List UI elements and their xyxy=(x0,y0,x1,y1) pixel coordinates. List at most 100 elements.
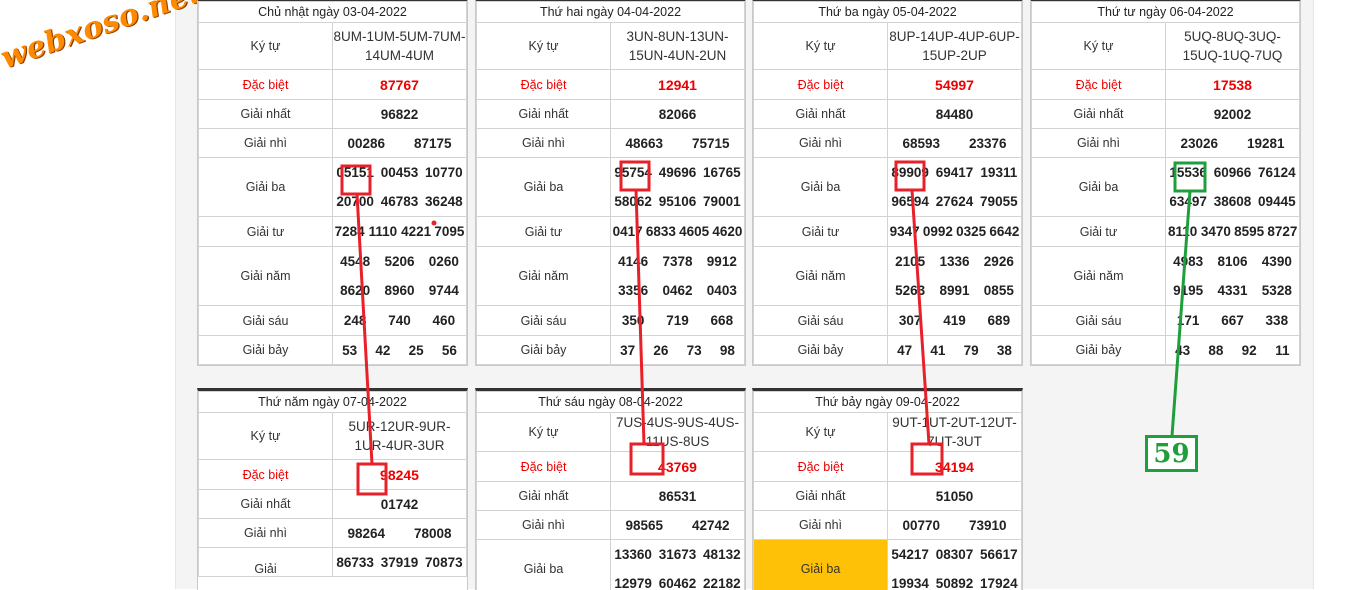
label-giai-nhi: Giải nhì xyxy=(199,129,333,158)
number-value: 19281 xyxy=(1247,136,1285,151)
dac-biet-cell: 43769 xyxy=(611,452,745,482)
number-value: 31673 xyxy=(659,547,697,562)
number-value: 43769 xyxy=(658,459,697,475)
lottery-result-table: Thứ hai ngày 04-04-2022 Ký tự 3UN-8UN-13… xyxy=(475,0,746,366)
giai-tu-cell: 8110347085958727 xyxy=(1166,217,1300,247)
table-date-header: Thứ hai ngày 04-04-2022 xyxy=(477,2,745,23)
number-value: 79 xyxy=(964,343,979,358)
number-value: 7378 xyxy=(662,254,692,269)
prize-number: 31673 xyxy=(655,540,699,569)
number-value: 38 xyxy=(997,343,1012,358)
label-giai-ba: Giải xyxy=(199,548,333,577)
label-giai-nhat: Giải nhất xyxy=(477,482,611,511)
number-value: 63497 xyxy=(1169,194,1207,209)
number-value: 0992 xyxy=(923,224,953,239)
number-value: 79001 xyxy=(703,194,741,209)
label-dac-biet: Đặc biệt xyxy=(754,70,888,100)
number-value: 46783 xyxy=(381,194,419,209)
number-value: 98565 xyxy=(625,518,663,533)
giai-nhi-cell: 23026 19281 xyxy=(1166,129,1300,158)
prize-number: 9195 xyxy=(1166,276,1210,305)
ky-tu-value: 9UT-1UT-2UT-12UT-7UT-3UT xyxy=(888,413,1022,452)
prize-number: 7284 xyxy=(333,224,366,239)
giai-nhat-cell: 01742 xyxy=(333,490,467,519)
prize-number: 25 xyxy=(400,343,433,358)
number-value: 460 xyxy=(433,313,456,328)
number-value: 00453 xyxy=(381,165,419,180)
prize-number: 88 xyxy=(1199,343,1232,358)
number-value: 0325 xyxy=(956,224,986,239)
number-value: 0855 xyxy=(984,283,1014,298)
giai-ba-cell: 133603167348132129796046222182 xyxy=(611,540,745,590)
prize-number: 0260 xyxy=(422,247,466,276)
giai-sau-cell: 171667338 xyxy=(1166,306,1300,336)
number-value: 56 xyxy=(442,343,457,358)
prize-number: 4983 xyxy=(1166,247,1210,276)
prize-number: 20700 xyxy=(333,187,377,216)
prize-number: 0325 xyxy=(955,224,988,239)
number-value: 73 xyxy=(687,343,702,358)
prize-number: 42 xyxy=(366,343,399,358)
prize-number: 42742 xyxy=(678,518,745,533)
giai-nhat-cell: 82066 xyxy=(611,100,745,129)
number-value: 8106 xyxy=(1217,254,1247,269)
number-value: 6833 xyxy=(646,224,676,239)
number-value: 26 xyxy=(653,343,668,358)
giai-sau-cell: 350719668 xyxy=(611,306,745,336)
prize-number: 4221 xyxy=(400,224,433,239)
prize-number: 22182 xyxy=(700,569,744,590)
prize-number: 6642 xyxy=(988,224,1021,239)
label-giai-nam: Giải năm xyxy=(1032,247,1166,306)
prize-number: 2105 xyxy=(888,247,932,276)
prize-number: 79055 xyxy=(977,187,1021,216)
giai-nhi-cell: 98565 42742 xyxy=(611,511,745,540)
number-value: 19311 xyxy=(980,165,1017,180)
prize-number: 0462 xyxy=(655,276,699,305)
lottery-result-table: Thứ sáu ngày 08-04-2022 Ký tự 7US-4US-9U… xyxy=(475,388,746,590)
prize-number: 73 xyxy=(678,343,711,358)
number-value: 01742 xyxy=(381,497,419,512)
number-value: 8110 xyxy=(1168,224,1197,239)
prize-number: 78008 xyxy=(400,526,467,541)
giai-bay-cell: 47417938 xyxy=(888,336,1022,365)
label-ky-tu: Ký tự xyxy=(754,23,888,70)
number-value: 19934 xyxy=(891,576,929,590)
number-value: 12979 xyxy=(614,576,652,590)
prize-number: 53 xyxy=(333,343,366,358)
number-value: 87767 xyxy=(380,77,419,93)
number-value: 69417 xyxy=(936,165,974,180)
number-value: 42 xyxy=(375,343,390,358)
prize-number: 13360 xyxy=(611,540,655,569)
prize-number: 719 xyxy=(655,313,699,328)
number-value: 667 xyxy=(1221,313,1244,328)
number-value: 60462 xyxy=(659,576,697,590)
prize-number: 38608 xyxy=(1210,187,1254,216)
prize-number: 60462 xyxy=(655,569,699,590)
number-value: 76124 xyxy=(1258,165,1296,180)
number-value: 60966 xyxy=(1214,165,1252,180)
label-giai-nhi: Giải nhì xyxy=(199,519,333,548)
prize-number: 46783 xyxy=(377,187,421,216)
label-dac-biet: Đặc biệt xyxy=(754,452,888,482)
prize-number: 8620 xyxy=(333,276,377,305)
number-value: 7095 xyxy=(434,224,464,239)
number-value: 4390 xyxy=(1262,254,1292,269)
number-value: 23026 xyxy=(1180,136,1218,151)
label-giai-tu: Giải tư xyxy=(1032,217,1166,247)
number-value: 8620 xyxy=(340,283,370,298)
prize-number: 23376 xyxy=(955,136,1022,151)
prize-number: 740 xyxy=(377,313,421,328)
number-value: 6642 xyxy=(989,224,1019,239)
giai-nhat-cell: 96822 xyxy=(333,100,467,129)
label-giai-bay: Giải bảy xyxy=(477,336,611,365)
prize-number: 38 xyxy=(988,343,1021,358)
number-value: 9195 xyxy=(1173,283,1203,298)
prize-number: 79001 xyxy=(700,187,744,216)
prize-number: 47 xyxy=(888,343,921,358)
prize-number: 98 xyxy=(711,343,744,358)
number-value: 54997 xyxy=(935,77,974,93)
prize-number: 7378 xyxy=(655,247,699,276)
number-value: 3470 xyxy=(1201,224,1231,239)
prize-number: 49696 xyxy=(655,158,699,187)
lottery-result-table: Chủ nhật ngày 03-04-2022 Ký tự 8UM-1UM-5… xyxy=(197,0,468,366)
